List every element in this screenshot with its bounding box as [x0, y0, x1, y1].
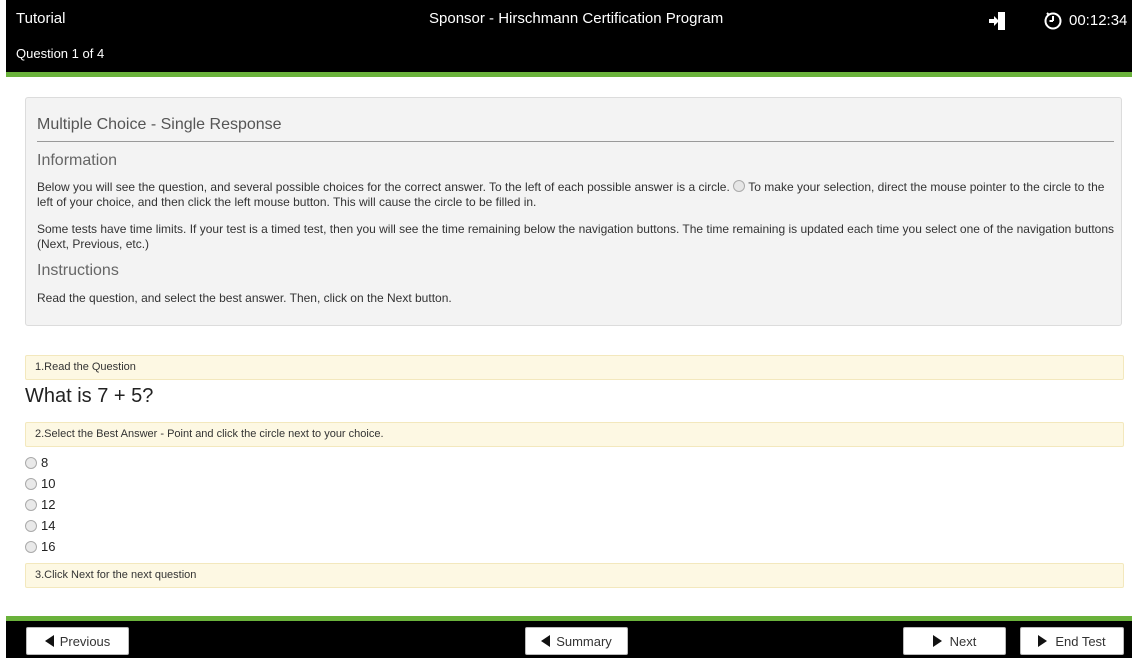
radio-button[interactable] — [25, 477, 37, 490]
radio-button[interactable] — [25, 498, 37, 511]
information-panel: Multiple Choice - Single Response Inform… — [25, 97, 1122, 326]
summary-label: Summary — [556, 633, 612, 649]
next-button[interactable]: Next — [903, 627, 1006, 655]
panel-title: Multiple Choice - Single Response — [37, 116, 282, 133]
answer-option[interactable]: 12 — [25, 494, 55, 515]
time-remaining: 00:12:34 — [1069, 12, 1128, 29]
radio-button[interactable] — [25, 456, 37, 469]
answer-options: 8 10 12 14 16 — [25, 452, 55, 557]
stopwatch-icon — [1044, 12, 1062, 30]
information-paragraph-1: Below you will see the question, and sev… — [37, 180, 1115, 210]
instructions-text: Read the question, and select the best a… — [37, 291, 452, 305]
test-window: Tutorial Sponsor - Hirschmann Certificat… — [0, 0, 1132, 658]
example-circle-icon — [733, 180, 746, 192]
step-1-bar: 1.Read the Question — [25, 355, 1124, 380]
tutorial-label: Tutorial — [16, 10, 66, 27]
radio-button[interactable] — [25, 540, 37, 553]
step-3-bar: 3.Click Next for the next question — [25, 563, 1124, 588]
answer-label: 10 — [41, 476, 56, 491]
left-arrow-icon — [541, 635, 551, 647]
summary-button[interactable]: Summary — [525, 627, 628, 655]
radio-button[interactable] — [25, 519, 37, 532]
question-counter: Question 1 of 4 — [16, 46, 105, 61]
next-label: Next — [949, 633, 977, 649]
end-test-button[interactable]: End Test — [1020, 627, 1124, 655]
previous-label: Previous — [59, 633, 111, 649]
step-2-bar: 2.Select the Best Answer - Point and cli… — [25, 422, 1124, 447]
header-accent-bar — [6, 72, 1132, 77]
answer-label: 8 — [41, 455, 49, 470]
answer-label: 16 — [41, 539, 56, 554]
previous-button[interactable]: Previous — [26, 627, 129, 655]
right-arrow-icon — [932, 635, 942, 647]
answer-option[interactable]: 8 — [25, 452, 55, 473]
question-text: What is 7 + 5? — [25, 385, 154, 407]
answer-label: 12 — [41, 497, 56, 512]
information-heading: Information — [37, 152, 118, 169]
program-title: Sponsor - Hirschmann Certification Progr… — [429, 10, 724, 27]
header-bar: Tutorial Sponsor - Hirschmann Certificat… — [6, 0, 1132, 72]
end-test-label: End Test — [1055, 633, 1106, 649]
instructions-heading: Instructions — [37, 262, 119, 279]
paragraph-1-start: Below you will see the question, and sev… — [37, 180, 730, 194]
exit-icon[interactable] — [986, 10, 1008, 32]
answer-option[interactable]: 16 — [25, 536, 55, 557]
left-arrow-icon — [44, 635, 54, 647]
answer-option[interactable]: 14 — [25, 515, 55, 536]
panel-divider — [37, 141, 1114, 142]
information-paragraph-2: Some tests have time limits. If your tes… — [37, 222, 1115, 251]
answer-option[interactable]: 10 — [25, 473, 55, 494]
right-arrow-icon — [1038, 635, 1048, 647]
answer-label: 14 — [41, 518, 56, 533]
